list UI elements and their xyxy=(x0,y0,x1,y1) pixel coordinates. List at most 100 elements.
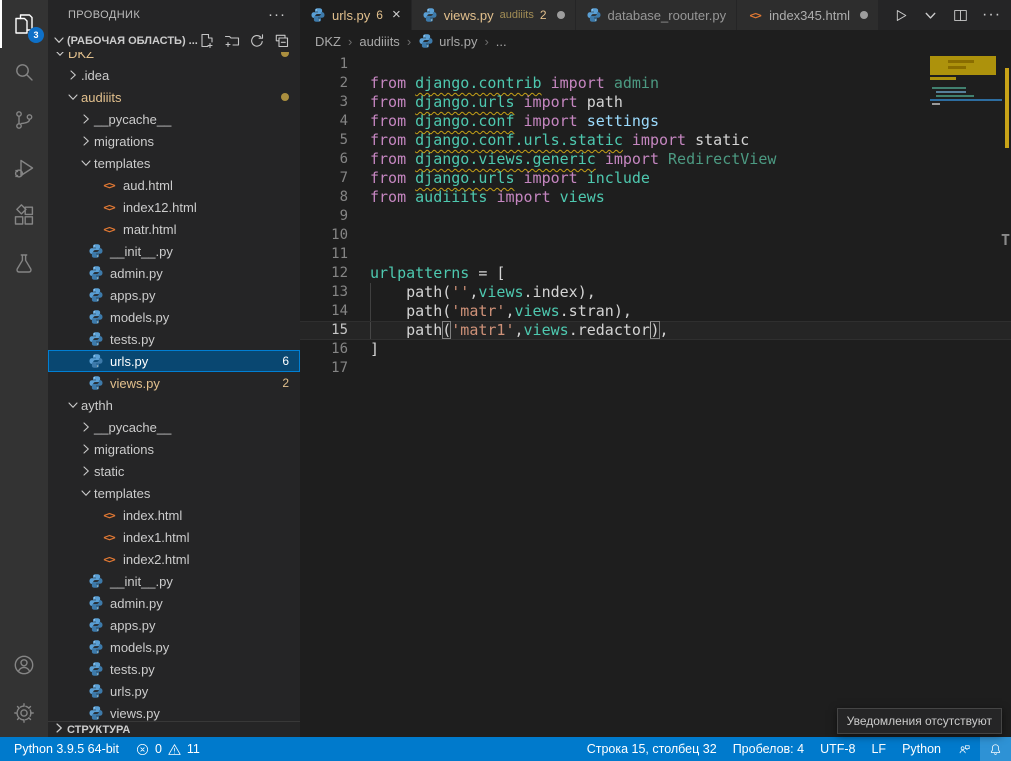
tab-urls.py[interactable]: urls.py6× xyxy=(300,0,412,30)
tree-item-__pycache__[interactable]: __pycache__ xyxy=(48,416,300,438)
tree-item-migrations[interactable]: migrations xyxy=(48,438,300,460)
python-version-status[interactable]: Python 3.9.5 64-bit xyxy=(6,737,127,761)
tree-item-index12.html[interactable]: <>index12.html xyxy=(48,196,300,218)
tree-item-index2.html[interactable]: <>index2.html xyxy=(48,548,300,570)
tree-item-.idea[interactable]: .idea xyxy=(48,64,300,86)
views-and-more-actions-button[interactable]: ··· xyxy=(268,10,286,20)
minimap[interactable] xyxy=(930,56,1002,176)
code-line-14[interactable]: 14 path('matr',views.stran), xyxy=(300,302,1011,321)
new-file-button[interactable] xyxy=(199,33,215,49)
collapse-folders-button[interactable] xyxy=(274,33,290,49)
code-line-7[interactable]: 7from django.urls import include xyxy=(300,169,1011,188)
tree-item-models.py[interactable]: models.py xyxy=(48,306,300,328)
code-line-6[interactable]: 6from django.views.generic import Redire… xyxy=(300,150,1011,169)
tree-item-index.html[interactable]: <>index.html xyxy=(48,504,300,526)
code-line-10[interactable]: 10 xyxy=(300,226,1011,245)
tree-item-tests.py[interactable]: tests.py xyxy=(48,328,300,350)
tree-item-apps.py[interactable]: apps.py xyxy=(48,284,300,306)
code-line-16[interactable]: 16] xyxy=(300,340,1011,359)
refresh-explorer-button[interactable] xyxy=(249,33,265,49)
tree-item-templates[interactable]: templates xyxy=(48,482,300,504)
encoding-status[interactable]: UTF-8 xyxy=(812,737,863,761)
tree-item-__init__.py[interactable]: __init__.py xyxy=(48,240,300,262)
more-actions-button[interactable]: ··· xyxy=(982,10,1001,20)
tree-item-migrations[interactable]: migrations xyxy=(48,130,300,152)
tree-item-admin.py[interactable]: admin.py xyxy=(48,592,300,614)
breadcrumb: DKZ›audiiits›urls.py›... xyxy=(300,30,1011,52)
code-line-5[interactable]: 5from django.conf.urls.static import sta… xyxy=(300,131,1011,150)
code-line-3[interactable]: 3from django.urls import path xyxy=(300,93,1011,112)
tree-item-models.py[interactable]: models.py xyxy=(48,636,300,658)
activity-item-explorer[interactable]: 3 xyxy=(0,0,48,48)
tree-item-__pycache__[interactable]: __pycache__ xyxy=(48,108,300,130)
new-folder-button[interactable] xyxy=(224,33,240,49)
activity-item-settings[interactable] xyxy=(0,689,48,737)
tree-item-label: apps.py xyxy=(110,288,156,303)
tree-item-apps.py[interactable]: apps.py xyxy=(48,614,300,636)
outline-section-header[interactable]: СТРУКТУРА xyxy=(48,721,300,737)
tree-item-templates[interactable]: templates xyxy=(48,152,300,174)
tree-item-urls.py[interactable]: urls.py xyxy=(48,680,300,702)
warning-underlined-token: django.urls xyxy=(415,93,514,111)
tab-views.py[interactable]: views.pyaudiiits2 xyxy=(412,0,576,30)
tree-item-audiiits[interactable]: audiiits xyxy=(48,86,300,108)
code-line-4[interactable]: 4from django.conf import settings xyxy=(300,112,1011,131)
code-line-15[interactable]: 15 path('matr1',views.redactor), xyxy=(300,321,1011,340)
language-mode-status[interactable]: Python xyxy=(894,737,949,761)
run-button[interactable] xyxy=(892,7,909,24)
activity-item-testing[interactable] xyxy=(0,240,48,288)
activity-item-extensions[interactable] xyxy=(0,192,48,240)
tree-item-DKZ[interactable]: DKZ xyxy=(48,52,300,64)
activity-item-search[interactable] xyxy=(0,48,48,96)
eol-status[interactable]: LF xyxy=(863,737,894,761)
breadcrumb-item-...[interactable]: ... xyxy=(496,34,507,49)
tab-database_roouter.py[interactable]: database_roouter.py xyxy=(576,0,738,30)
feedback-status[interactable] xyxy=(949,737,980,761)
breadcrumb-item-DKZ[interactable]: DKZ xyxy=(315,34,341,49)
code-editor[interactable]: 12from django.contrib import admin3from … xyxy=(300,52,1011,737)
tree-item-aythh[interactable]: aythh xyxy=(48,394,300,416)
code-line-12[interactable]: 12urlpatterns = [ xyxy=(300,264,1011,283)
code-line-11[interactable]: 11 xyxy=(300,245,1011,264)
activity-item-source-control[interactable] xyxy=(0,96,48,144)
tree-item-admin.py[interactable]: admin.py xyxy=(48,262,300,284)
split-editor-button[interactable] xyxy=(952,7,969,24)
code-line-2[interactable]: 2from django.contrib import admin xyxy=(300,74,1011,93)
code-line-13[interactable]: 13 path('',views.index), xyxy=(300,283,1011,302)
line-number: 14 xyxy=(300,302,348,321)
warning-underlined-token: django.urls xyxy=(415,169,514,187)
close-tab-icon[interactable]: × xyxy=(392,8,401,22)
tree-item-aud.html[interactable]: <>aud.html xyxy=(48,174,300,196)
code-line-9[interactable]: 9 xyxy=(300,207,1011,226)
notifications-bell[interactable] xyxy=(980,737,1011,761)
code-line-1[interactable]: 1 xyxy=(300,55,1011,74)
tree-item-views.py[interactable]: views.py xyxy=(48,702,300,721)
breadcrumb-item-audiiits[interactable]: audiiits xyxy=(359,34,399,49)
workspace-section-header[interactable]: (РАБОЧАЯ ОБЛАСТЬ) ... xyxy=(48,30,300,52)
breadcrumb-label: audiiits xyxy=(359,34,399,49)
code-line-17[interactable]: 17 xyxy=(300,359,1011,378)
tree-item-index1.html[interactable]: <>index1.html xyxy=(48,526,300,548)
line-number: 7 xyxy=(300,169,348,188)
tree-item-urls.py[interactable]: urls.py6 xyxy=(48,350,300,372)
tree-item-tests.py[interactable]: tests.py xyxy=(48,658,300,680)
overview-ruler[interactable]: T xyxy=(1002,0,1011,737)
tree-item-views.py[interactable]: views.py2 xyxy=(48,372,300,394)
tree-item-static[interactable]: static xyxy=(48,460,300,482)
html-glyph: <> xyxy=(103,179,114,192)
tab-index345.html[interactable]: <>index345.html xyxy=(737,0,879,30)
line-number: 13 xyxy=(300,283,348,302)
problems-status[interactable]: 011 xyxy=(127,737,208,761)
warning-underlined-token: django.contrib xyxy=(415,74,541,92)
activity-item-accounts[interactable] xyxy=(0,641,48,689)
activity-item-run-and-debug[interactable] xyxy=(0,144,48,192)
tree-item-__init__.py[interactable]: __init__.py xyxy=(48,570,300,592)
tree-item-matr.html[interactable]: <>matr.html xyxy=(48,218,300,240)
cursor-position-status[interactable]: Строка 15, столбец 32 xyxy=(579,737,725,761)
error-icon xyxy=(135,742,150,757)
breadcrumb-item-urls.py[interactable]: urls.py xyxy=(418,33,477,49)
indentation-status[interactable]: Пробелов: 4 xyxy=(725,737,812,761)
tree-item-label: audiiits xyxy=(81,90,121,105)
code-line-8[interactable]: 8from audiiits import views xyxy=(300,188,1011,207)
run-dropdown[interactable] xyxy=(922,7,939,24)
